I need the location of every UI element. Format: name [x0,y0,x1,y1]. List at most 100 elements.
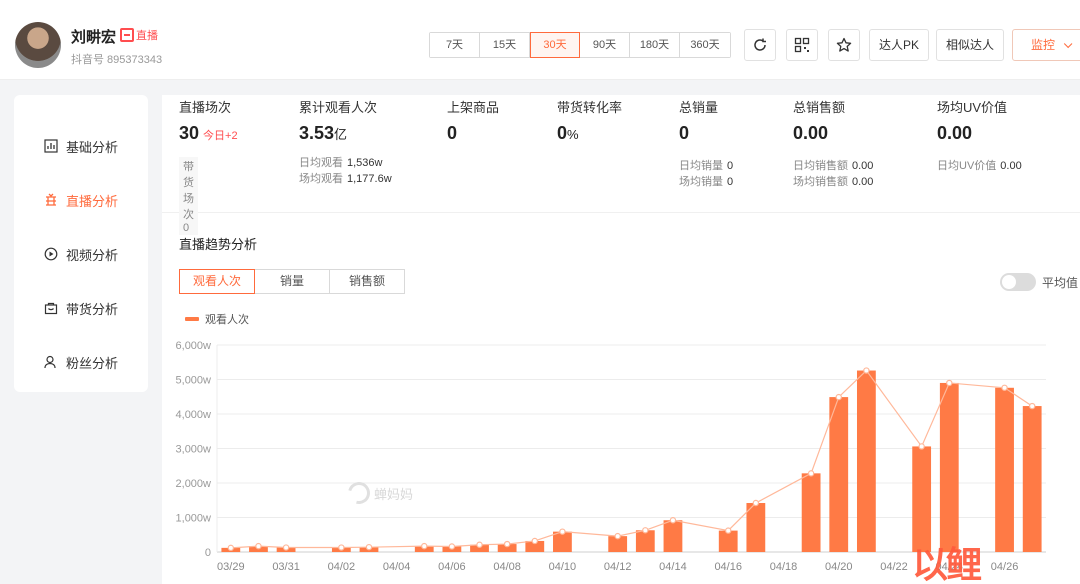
play-circle-icon [44,247,58,261]
favorite-button[interactable] [828,29,860,61]
bar-chart-icon [44,139,58,153]
data-point[interactable] [946,379,953,387]
bar[interactable] [829,397,849,552]
data-point[interactable] [531,537,538,545]
tab-sales-qty[interactable]: 销量 [254,269,330,294]
star-icon [836,37,852,52]
bar[interactable] [663,520,683,552]
chevron-down-icon [1063,39,1073,49]
refresh-button[interactable] [744,29,776,61]
x-tick-label: 04/12 [604,561,632,573]
tab-views[interactable]: 观看人次 [179,269,255,294]
conversion-unit: % [567,127,579,142]
range-15d[interactable]: 15天 [480,33,530,57]
daily-sales-amount: 日均销售额 0.00 [793,157,873,173]
range-7d[interactable]: 7天 [430,33,480,57]
daily-views-label: 日均观看 [299,157,343,169]
stat-value: 30 今日+2 [179,123,238,144]
data-point[interactable] [752,499,760,507]
stat-label: 直播场次 [179,100,232,115]
stat-value: 3.53亿 [299,123,347,144]
section-title: 直播趋势分析 [179,237,258,252]
data-point[interactable] [503,540,511,548]
range-30d[interactable]: 30天 [530,32,580,58]
daily-sales-qty-label: 日均销量 [679,160,723,172]
bar[interactable] [995,387,1014,552]
data-point[interactable] [918,443,925,450]
data-point[interactable] [282,544,290,551]
data-point[interactable] [1001,384,1008,391]
data-point[interactable] [255,542,262,550]
avg-sales-amount-label: 场均销售额 [793,176,848,188]
bar[interactable] [1022,406,1042,552]
data-point[interactable] [1028,402,1036,410]
main-panel: 直播场次 30 今日+2 带货场次 0 累计观看人次 3.53亿 日均观看 1,53… [162,95,1080,584]
commerce-live-count: 带货场次 0 [179,157,198,235]
data-point[interactable] [642,527,649,534]
avg-sales-qty: 场均销量 0 [679,173,733,189]
stat-label: 带货转化率 [557,100,623,115]
pk-button[interactable]: 达人PK [869,29,930,61]
bar[interactable] [939,382,959,552]
bar[interactable] [635,530,655,552]
data-point[interactable] [338,544,345,551]
sidebar-item-label: 直播分析 [66,193,119,209]
data-point[interactable] [421,542,428,550]
sidebar-item-basic[interactable]: 基础分析 [14,119,148,173]
chart-legend[interactable]: 观看人次 [185,311,249,327]
data-point[interactable] [807,470,815,477]
sidebar-item-live[interactable]: 直播分析 [14,173,148,227]
stat-label: 场均UV价值 [937,100,1008,115]
stats-row: 直播场次 30 今日+2 带货场次 0 累计观看人次 3.53亿 日均观看 1,53… [162,95,1080,235]
data-point[interactable] [227,544,235,552]
data-point[interactable] [863,367,870,374]
sidebar-item-video[interactable]: 视频分析 [14,227,148,281]
avatar[interactable] [15,22,61,68]
y-tick-label: 3,000w [176,444,212,456]
average-toggle[interactable] [1000,273,1036,291]
range-180d[interactable]: 180天 [630,33,680,57]
bar[interactable] [801,473,821,552]
average-toggle-wrap: 平均值 [1000,273,1078,291]
data-point[interactable] [365,543,373,551]
sidebar-item-label: 视频分析 [66,247,119,263]
range-360d[interactable]: 360天 [680,33,730,57]
sidebar-item-label: 基础分析 [66,139,119,155]
data-point[interactable] [614,532,621,540]
similar-button[interactable]: 相似达人 [936,29,1005,61]
x-tick-label: 04/06 [438,561,466,573]
sidebar-item-commerce[interactable]: 带货分析 [14,281,148,335]
avg-views-label: 场均观看 [299,173,343,185]
legend-label: 观看人次 [205,314,249,326]
average-toggle-label: 平均值 [1042,275,1079,290]
bar[interactable] [718,530,738,552]
daily-sales-qty-value: 0 [727,160,734,172]
x-tick-label: 04/04 [383,561,411,573]
data-point[interactable] [448,543,456,550]
sidebar-item-fans[interactable]: 粉丝分析 [14,335,148,389]
x-tick-label: 03/31 [272,561,300,573]
profile-uid: 抖音号 895373343 [71,54,163,66]
monitor-label: 监控 [1031,38,1056,52]
stat-label: 总销量 [679,100,719,115]
daily-sales-qty: 日均销量 0 [679,157,733,173]
sidebar: 基础分析 直播分析 视频分析 带货分析 粉丝分析 [14,95,148,392]
qrcode-icon [794,37,810,53]
data-point[interactable] [669,517,677,524]
daily-views: 日均观看 1,536w [299,154,382,170]
data-point[interactable] [835,393,842,401]
data-point[interactable] [476,541,483,548]
data-point[interactable] [559,528,566,535]
corner-logo: 以鲤 [912,544,982,584]
monitor-dropdown[interactable]: 监控 [1012,29,1080,61]
bar[interactable] [856,370,876,552]
stat-value: 0 [447,123,458,143]
profile-name: 刘畊宏 [71,29,117,46]
today-increment: 今日+2 [203,130,238,142]
live-badge: 直播 [120,27,158,43]
tab-sales-amount[interactable]: 销售额 [329,269,405,294]
qrcode-button[interactable] [786,29,818,61]
range-90d[interactable]: 90天 [580,33,630,57]
avg-sales-qty-label: 场均销量 [679,176,723,188]
data-point[interactable] [725,527,732,534]
